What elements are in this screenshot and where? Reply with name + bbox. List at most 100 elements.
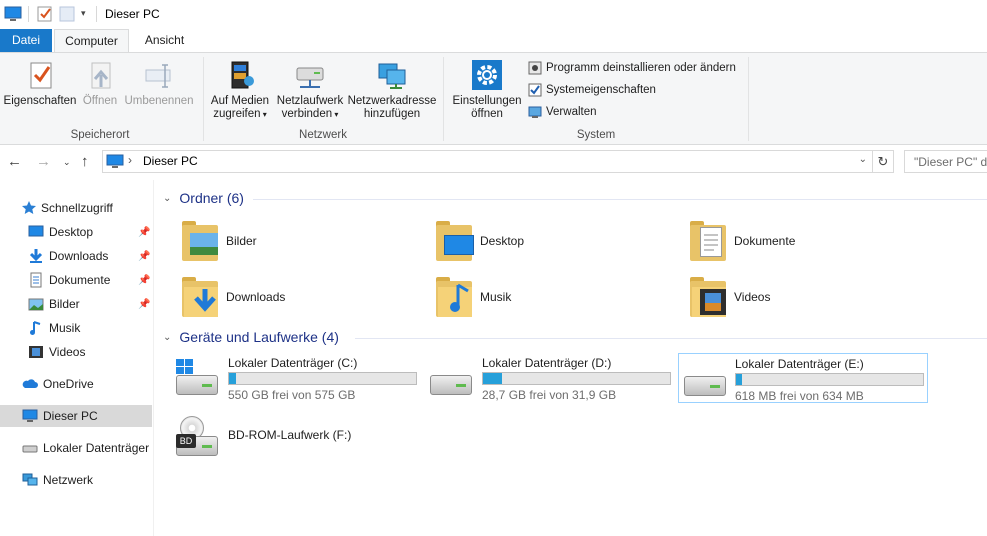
address-dropdown-icon[interactable]: ⌄ <box>859 154 867 165</box>
drive-free-space: 28,7 GB frei von 31,9 GB <box>482 388 617 402</box>
uninstall-icon <box>528 61 542 75</box>
separator <box>28 6 29 22</box>
sidebar-item-videos[interactable]: Videos <box>0 341 152 363</box>
collapse-chevron-icon[interactable]: ⌄ <box>163 193 171 204</box>
folder-item-pictures[interactable]: Bilder <box>155 216 395 266</box>
network-location-icon <box>378 63 406 89</box>
access-media-label-1: Auf Medien <box>210 95 270 107</box>
network-drive-icon <box>296 67 324 88</box>
system-properties-button[interactable]: Systemeigenschaften <box>528 83 656 97</box>
folders-group-title: Ordner (6) <box>179 190 244 206</box>
drive-usage-fill <box>229 373 237 384</box>
system-properties-icon <box>528 83 542 97</box>
window-title: Dieser PC <box>105 7 160 21</box>
map-network-drive-button[interactable]: Netzlaufwerk verbinden ▾ <box>274 57 346 121</box>
folder-item-documents[interactable]: Dokumente <box>663 216 903 266</box>
drive-usage-fill <box>736 374 742 385</box>
drive-name: Lokaler Datenträger (D:) <box>482 356 612 370</box>
drive-usage-fill <box>483 373 502 384</box>
sidebar-item-desktop[interactable]: Desktop 📌 <box>0 221 152 243</box>
sidebar-item-downloads[interactable]: Downloads 📌 <box>0 245 152 267</box>
ribbon-tabs: Datei Computer Ansicht <box>0 29 987 53</box>
folder-label: Videos <box>734 290 771 304</box>
sidebar-label: Dieser PC <box>43 409 98 423</box>
recent-locations-chevron-icon[interactable]: ⌄ <box>63 157 71 168</box>
network-icon <box>22 473 38 486</box>
address-path[interactable]: Dieser PC <box>143 154 198 168</box>
forward-arrow-icon[interactable]: → <box>36 153 51 170</box>
pin-icon[interactable]: 📌 <box>138 227 150 238</box>
folder-item-videos[interactable]: Videos <box>663 272 903 322</box>
drive-name: Lokaler Datenträger (C:) <box>228 356 358 370</box>
uninstall-program-button[interactable]: Programm deinstallieren oder ändern <box>528 61 736 75</box>
folders-group-header[interactable]: ⌄ Ordner (6) <box>163 190 244 206</box>
rename-icon <box>145 64 171 88</box>
refresh-icon[interactable]: ↻ <box>873 150 894 173</box>
properties-button[interactable]: Eigenschaften <box>3 57 77 108</box>
open-button[interactable]: Öffnen <box>80 57 120 108</box>
sidebar-item-pictures[interactable]: Bilder 📌 <box>0 293 152 315</box>
pin-icon[interactable]: 📌 <box>138 251 150 262</box>
sidebar-item-onedrive[interactable]: OneDrive <box>0 373 152 395</box>
breadcrumb-chevron-icon[interactable]: › <box>128 153 132 167</box>
folder-item-downloads[interactable]: Downloads <box>155 272 395 322</box>
drive-item-e[interactable]: Lokaler Datenträger (E:) 618 MB frei von… <box>678 353 928 403</box>
sidebar-label: Dokumente <box>49 273 111 287</box>
hard-drive-icon <box>684 366 726 398</box>
tab-file[interactable]: Datei <box>0 29 52 53</box>
sidebar-label: Schnellzugriff <box>41 201 113 215</box>
manage-button[interactable]: Verwalten <box>528 105 597 119</box>
address-bar[interactable]: › Dieser PC ⌄ <box>102 150 873 173</box>
back-arrow-icon[interactable]: ← <box>7 153 22 170</box>
pin-icon[interactable]: 📌 <box>138 299 150 310</box>
rename-button[interactable]: Umbenennen <box>123 57 195 108</box>
group-label-location: Speicherort <box>70 129 130 141</box>
this-pc-icon <box>22 409 38 422</box>
sidebar-item-music[interactable]: Musik <box>0 317 152 339</box>
documents-folder-icon <box>688 219 728 263</box>
sidebar-label: Netzwerk <box>43 473 94 487</box>
downloads-folder-icon <box>180 275 220 319</box>
drive-item-f[interactable]: BD BD-ROM-Laufwerk (F:) <box>156 412 406 462</box>
this-pc-icon[interactable] <box>4 6 22 22</box>
drive-usage-bar <box>482 372 671 385</box>
customize-quick-access-icon[interactable]: ▾ <box>81 8 86 19</box>
tab-view[interactable]: Ansicht <box>132 29 197 53</box>
bd-rom-drive-icon: BD <box>176 416 218 458</box>
search-box[interactable]: "Dieser PC" du <box>904 150 987 173</box>
rename-label: Umbenennen <box>124 95 194 107</box>
sidebar-label: Videos <box>49 345 86 359</box>
pin-icon[interactable]: 📌 <box>138 275 150 286</box>
sidebar-item-documents[interactable]: Dokumente 📌 <box>0 269 152 291</box>
drive-item-c[interactable]: Lokaler Datenträger (C:) 550 GB frei von… <box>156 353 417 403</box>
open-settings-button[interactable]: Einstellungen öffnen <box>449 57 525 121</box>
media-icon <box>231 61 254 89</box>
properties-label: Eigenschaften <box>3 95 77 107</box>
sidebar-item-local-drive[interactable]: Lokaler Datenträger ( <box>0 437 152 459</box>
pictures-icon <box>28 298 44 311</box>
tab-computer[interactable]: Computer <box>54 29 129 53</box>
sidebar-label: Musik <box>49 321 81 335</box>
access-media-button[interactable]: Auf Medien zugreifen ▾ <box>208 57 272 121</box>
new-folder-quick-icon[interactable] <box>59 6 75 22</box>
downloads-icon <box>29 249 43 263</box>
sidebar-item-this-pc[interactable]: Dieser PC <box>0 405 152 427</box>
sidebar-label: Bilder <box>49 297 80 311</box>
folder-item-music[interactable]: Musik <box>409 272 649 322</box>
folder-item-desktop[interactable]: Desktop <box>409 216 649 266</box>
collapse-chevron-icon[interactable]: ⌄ <box>163 332 171 343</box>
drive-item-d[interactable]: Lokaler Datenträger (D:) 28,7 GB frei vo… <box>410 353 671 403</box>
open-icon <box>91 62 111 89</box>
properties-quick-icon[interactable] <box>37 6 53 22</box>
up-arrow-icon[interactable]: ↑ <box>81 153 89 170</box>
sidebar-item-quick-access[interactable]: Schnellzugriff <box>0 197 152 219</box>
sidebar-item-network[interactable]: Netzwerk <box>0 469 152 491</box>
drives-group-header[interactable]: ⌄ Geräte und Laufwerke (4) <box>163 329 339 345</box>
sidebar-label: Lokaler Datenträger ( <box>43 441 152 455</box>
map-drive-label-1: Netzlaufwerk <box>276 95 344 107</box>
manage-label: Verwalten <box>546 106 597 118</box>
content-pane: ⌄ Ordner (6) Bilder Desktop Dokumente Do… <box>155 180 987 536</box>
group-label-network: Netzwerk <box>299 129 347 141</box>
add-network-location-button[interactable]: Netzwerkadresse hinzufügen <box>347 57 437 121</box>
star-icon <box>22 201 36 214</box>
